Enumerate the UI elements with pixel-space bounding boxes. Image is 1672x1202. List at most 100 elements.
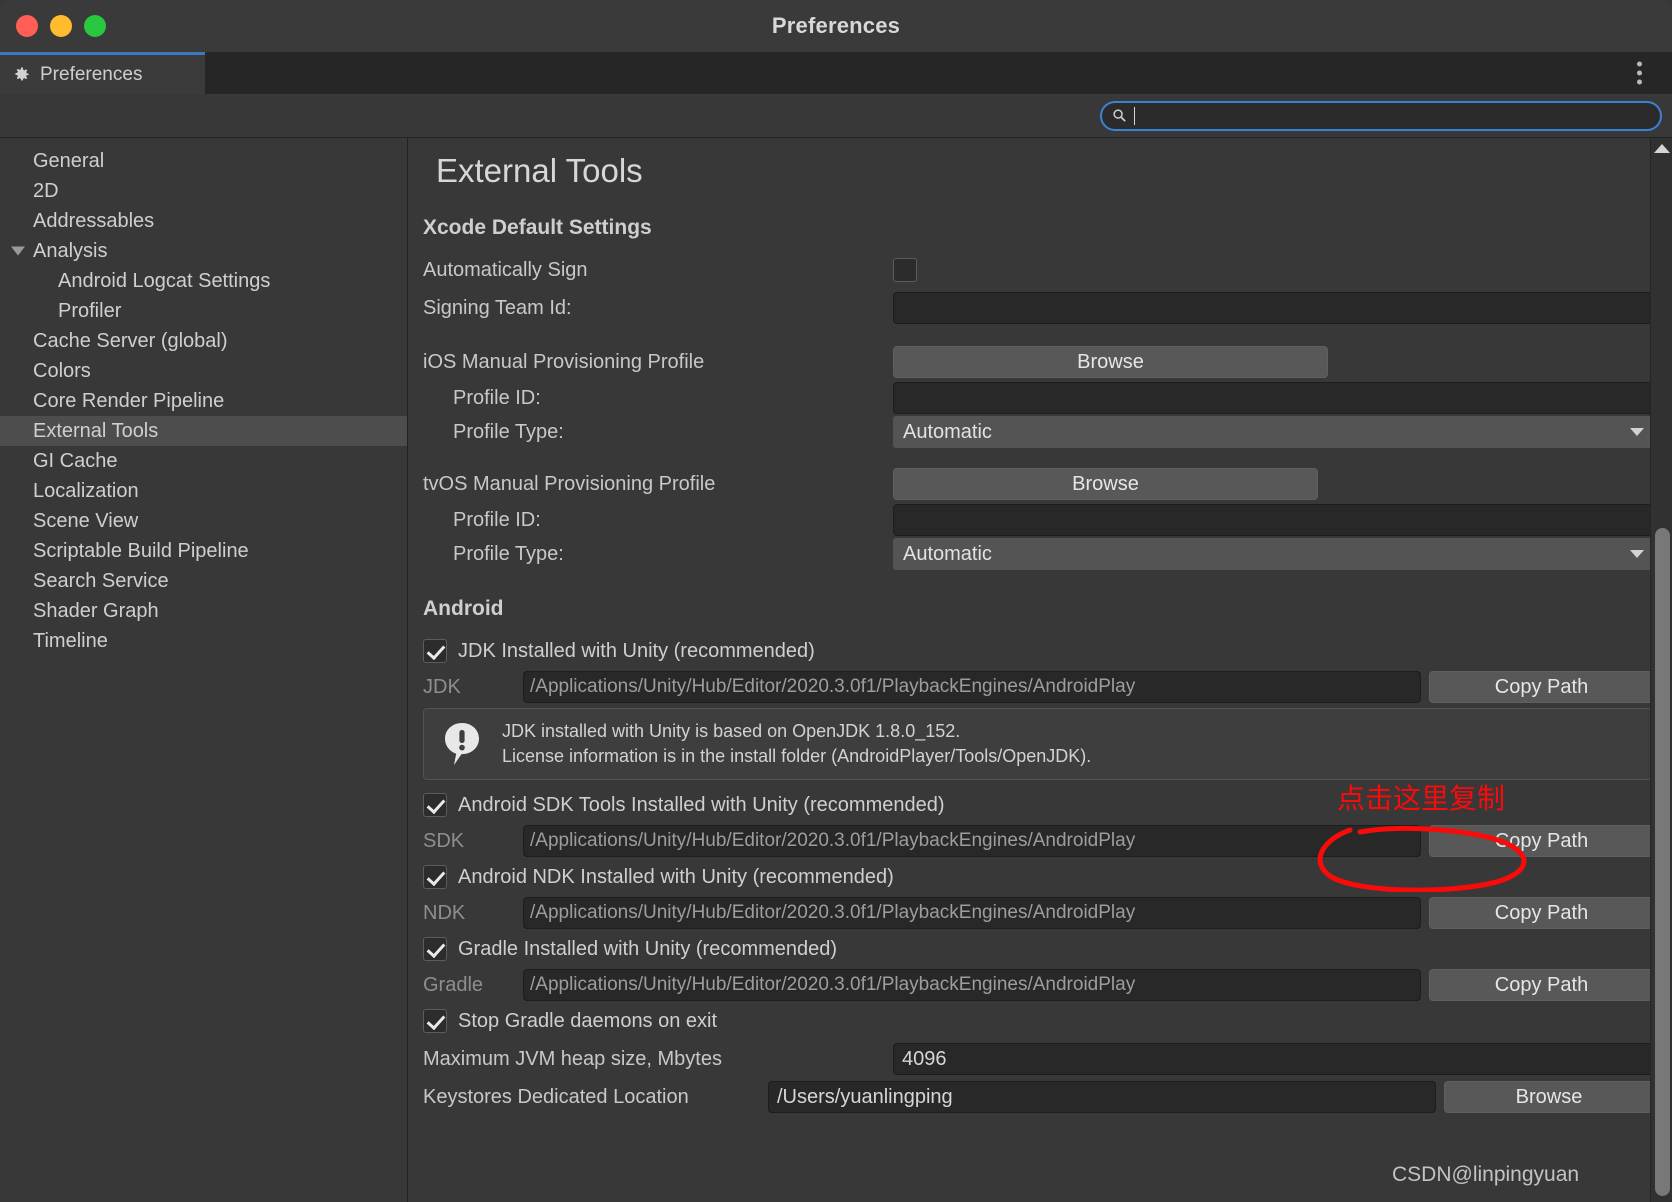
- row-ios-profile-type: Profile Type: Automatic: [408, 415, 1672, 449]
- sidebar-item-label: External Tools: [33, 420, 158, 443]
- tvos-browse-button[interactable]: Browse: [893, 468, 1318, 500]
- tvos-profile-id-label: Profile ID:: [423, 509, 893, 532]
- zoom-button[interactable]: [84, 15, 106, 37]
- preferences-window: Preferences Preferences General 2D Add: [0, 0, 1672, 1202]
- search-input[interactable]: [1142, 103, 1650, 129]
- gradle-copy-path-button[interactable]: Copy Path: [1429, 969, 1654, 1001]
- row-ndk-path: NDK /Applications/Unity/Hub/Editor/2020.…: [408, 896, 1672, 930]
- row-tvos-manual-provisioning: tvOS Manual Provisioning Profile Browse: [408, 465, 1672, 503]
- sidebar-item-gi-cache[interactable]: GI Cache: [0, 446, 407, 476]
- gradle-path-field[interactable]: /Applications/Unity/Hub/Editor/2020.3.0f…: [523, 969, 1421, 1001]
- tvos-profile-type-dropdown[interactable]: Automatic: [893, 538, 1654, 570]
- sidebar-item-external-tools[interactable]: External Tools: [0, 416, 407, 446]
- jdk-copy-path-button[interactable]: Copy Path: [1429, 671, 1654, 703]
- sidebar-item-android-logcat-settings[interactable]: Android Logcat Settings: [0, 266, 407, 296]
- sidebar-item-label: Search Service: [33, 570, 169, 593]
- signing-team-id-field[interactable]: [893, 292, 1654, 324]
- jdk-installed-checkbox[interactable]: [423, 639, 447, 663]
- ios-profile-type-value: Automatic: [903, 421, 992, 444]
- jdk-installed-label: JDK Installed with Unity (recommended): [458, 640, 815, 663]
- tvos-manual-provisioning-label: tvOS Manual Provisioning Profile: [423, 473, 893, 496]
- row-ndk-checkbox: Android NDK Installed with Unity (recomm…: [408, 858, 1672, 896]
- sidebar-item-2d[interactable]: 2D: [0, 176, 407, 206]
- sidebar-item-timeline[interactable]: Timeline: [0, 626, 407, 656]
- ios-profile-id-label: Profile ID:: [423, 387, 893, 410]
- ios-profile-id-field[interactable]: [893, 382, 1654, 414]
- automatically-sign-label: Automatically Sign: [423, 259, 893, 282]
- triangle-up-icon[interactable]: [1654, 144, 1670, 153]
- row-tvos-profile-type: Profile Type: Automatic: [408, 537, 1672, 571]
- row-ios-profile-id: Profile ID:: [408, 381, 1672, 415]
- jdk-notice: JDK installed with Unity is based on Ope…: [423, 708, 1657, 780]
- row-tvos-profile-id: Profile ID:: [408, 503, 1672, 537]
- sdk-path-field[interactable]: /Applications/Unity/Hub/Editor/2020.3.0f…: [523, 825, 1421, 857]
- sdk-installed-label: Android SDK Tools Installed with Unity (…: [458, 794, 945, 817]
- chevron-down-icon[interactable]: [11, 247, 25, 256]
- row-sdk-checkbox: Android SDK Tools Installed with Unity (…: [408, 786, 1672, 824]
- tvos-profile-id-field[interactable]: [893, 504, 1654, 536]
- close-button[interactable]: [16, 15, 38, 37]
- window-body: General 2D Addressables Analysis Android…: [0, 138, 1672, 1202]
- sidebar-item-label: Localization: [33, 480, 139, 503]
- settings-sidebar[interactable]: General 2D Addressables Analysis Android…: [0, 138, 408, 1202]
- gradle-field-label: Gradle: [423, 974, 523, 997]
- scrollbar-thumb[interactable]: [1655, 528, 1670, 1196]
- row-signing-team-id: Signing Team Id:: [408, 289, 1672, 327]
- row-jvm-heap: Maximum JVM heap size, Mbytes 4096: [408, 1040, 1672, 1078]
- ios-browse-button[interactable]: Browse: [893, 346, 1328, 378]
- row-automatically-sign: Automatically Sign: [408, 251, 1672, 289]
- row-gradle-checkbox: Gradle Installed with Unity (recommended…: [408, 930, 1672, 968]
- kebab-menu-icon[interactable]: [1633, 58, 1646, 89]
- sidebar-item-scene-view[interactable]: Scene View: [0, 506, 407, 536]
- row-jdk-checkbox: JDK Installed with Unity (recommended): [408, 632, 1672, 670]
- gradle-installed-checkbox[interactable]: [423, 937, 447, 961]
- stop-gradle-daemons-checkbox[interactable]: [423, 1009, 447, 1033]
- window-title: Preferences: [0, 13, 1672, 39]
- keystore-location-field[interactable]: /Users/yuanlingping: [768, 1081, 1436, 1113]
- automatically-sign-checkbox[interactable]: [893, 258, 917, 282]
- vertical-scrollbar[interactable]: [1650, 138, 1672, 1202]
- jvm-heap-field[interactable]: 4096: [893, 1043, 1654, 1075]
- sidebar-item-localization[interactable]: Localization: [0, 476, 407, 506]
- tab-preferences[interactable]: Preferences: [0, 52, 205, 94]
- sidebar-item-profiler[interactable]: Profiler: [0, 296, 407, 326]
- sdk-copy-path-button[interactable]: Copy Path: [1429, 825, 1654, 857]
- sidebar-item-label: Colors: [33, 360, 91, 383]
- title-bar: Preferences: [0, 0, 1672, 52]
- sidebar-item-general[interactable]: General: [0, 146, 407, 176]
- sdk-installed-checkbox[interactable]: [423, 793, 447, 817]
- sidebar-item-label: Cache Server (global): [33, 330, 228, 353]
- sidebar-item-cache-server[interactable]: Cache Server (global): [0, 326, 407, 356]
- sidebar-item-colors[interactable]: Colors: [0, 356, 407, 386]
- sidebar-item-label: Scriptable Build Pipeline: [33, 540, 249, 563]
- ios-profile-type-dropdown[interactable]: Automatic: [893, 416, 1654, 448]
- stop-gradle-daemons-label: Stop Gradle daemons on exit: [458, 1010, 717, 1033]
- sidebar-item-label: GI Cache: [33, 450, 117, 473]
- sidebar-item-addressables[interactable]: Addressables: [0, 206, 407, 236]
- sidebar-item-label: Timeline: [33, 630, 108, 653]
- signing-team-id-label: Signing Team Id:: [423, 297, 893, 320]
- jdk-notice-text: JDK installed with Unity is based on Ope…: [502, 719, 1091, 769]
- keystore-location-label: Keystores Dedicated Location: [423, 1086, 768, 1109]
- row-sdk-path: SDK /Applications/Unity/Hub/Editor/2020.…: [408, 824, 1672, 858]
- gear-icon: [12, 65, 31, 84]
- row-gradle-path: Gradle /Applications/Unity/Hub/Editor/20…: [408, 968, 1672, 1002]
- sidebar-item-label: Addressables: [33, 210, 154, 233]
- jdk-path-field[interactable]: /Applications/Unity/Hub/Editor/2020.3.0f…: [523, 671, 1421, 703]
- sidebar-item-analysis[interactable]: Analysis: [0, 236, 407, 266]
- sidebar-item-label: Core Render Pipeline: [33, 390, 224, 413]
- sidebar-item-search-service[interactable]: Search Service: [0, 566, 407, 596]
- keystore-browse-button[interactable]: Browse: [1444, 1081, 1654, 1113]
- sidebar-item-label: Profiler: [58, 300, 121, 323]
- chevron-down-icon: [1630, 550, 1644, 558]
- ndk-installed-checkbox[interactable]: [423, 865, 447, 889]
- sidebar-item-core-render-pipeline[interactable]: Core Render Pipeline: [0, 386, 407, 416]
- sidebar-item-shader-graph[interactable]: Shader Graph: [0, 596, 407, 626]
- search-box[interactable]: [1100, 101, 1662, 131]
- sidebar-item-scriptable-build-pipeline[interactable]: Scriptable Build Pipeline: [0, 536, 407, 566]
- row-jdk-path: JDK /Applications/Unity/Hub/Editor/2020.…: [408, 670, 1672, 704]
- ndk-copy-path-button[interactable]: Copy Path: [1429, 897, 1654, 929]
- minimize-button[interactable]: [50, 15, 72, 37]
- ndk-path-field[interactable]: /Applications/Unity/Hub/Editor/2020.3.0f…: [523, 897, 1421, 929]
- search-row: [0, 94, 1672, 138]
